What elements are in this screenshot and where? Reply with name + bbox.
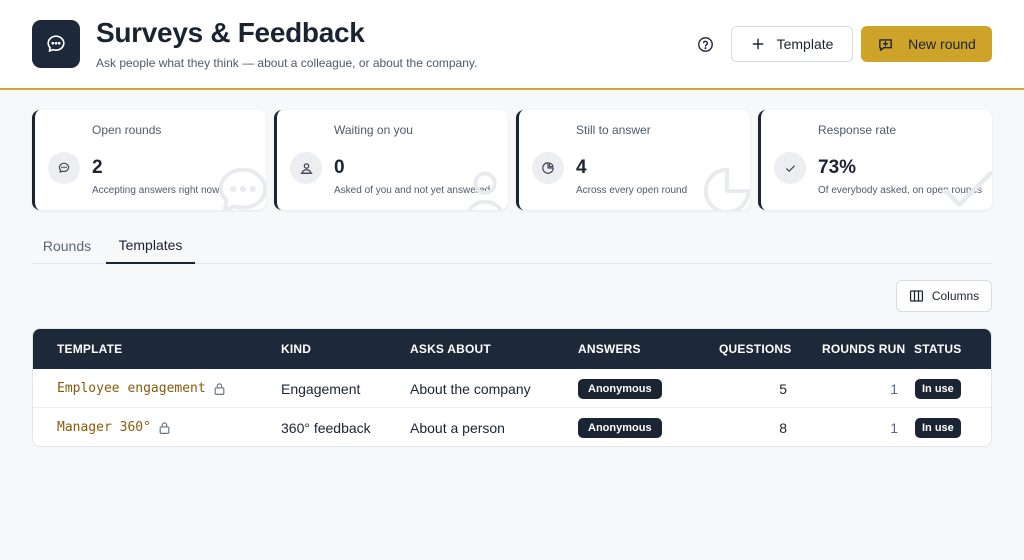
answers-badge-wrap: Anonymous (578, 369, 662, 408)
template-questions: 5 (779, 380, 787, 397)
template-kind: 360° feedback (281, 419, 371, 436)
status-badge-wrap: In use (915, 369, 961, 408)
page-header: Surveys & Feedback Ask people what they … (0, 0, 1024, 90)
answers-badge: Anonymous (578, 417, 662, 438)
stat-label: Response rate (818, 123, 897, 137)
lock-icon (214, 382, 225, 395)
stat-note: Across every open round (576, 185, 688, 196)
stat-icon-wrap (774, 152, 806, 184)
new-round-label: New round (908, 36, 976, 52)
stat-note: Accepting answers right now (92, 185, 220, 196)
person-icon (300, 162, 312, 174)
col-answers[interactable]: ANSWERS (578, 329, 641, 369)
plus-icon (752, 38, 763, 50)
template-kind: Engagement (281, 380, 361, 397)
stat-value: 2 (92, 157, 103, 178)
add-template-button[interactable]: Template (731, 26, 853, 62)
template-asks-about: About the company (410, 380, 531, 397)
template-name: Employee engagement (57, 381, 206, 396)
pie-chart-icon (542, 162, 554, 174)
chat-watermark-icon (218, 167, 266, 210)
stat-label: Waiting on you (334, 123, 413, 137)
col-questions[interactable]: QUESTIONS (719, 329, 791, 369)
columns-label: Columns (931, 289, 980, 303)
template-rounds-run[interactable]: 1 (822, 408, 898, 446)
col-kind[interactable]: KIND (281, 329, 311, 369)
templates-table: TEMPLATE KIND ASKS ABOUT ANSWERS QUESTIO… (32, 328, 992, 447)
tab-rounds[interactable]: Rounds (32, 228, 102, 264)
stat-value: 4 (576, 157, 587, 178)
help-icon (697, 36, 713, 52)
col-template[interactable]: TEMPLATE (57, 329, 122, 369)
answers-badge-wrap: Anonymous (578, 408, 662, 446)
view-tabs: Rounds Templates (32, 228, 992, 264)
table-row[interactable]: Employee engagement Engagement About the… (33, 369, 991, 408)
stat-card-waiting-on-you: Waiting on you 0 Asked of you and not ye… (274, 110, 508, 210)
add-template-label: Template (776, 36, 834, 52)
stat-icon-wrap (532, 152, 564, 184)
pie-watermark-icon (703, 167, 750, 210)
tab-templates[interactable]: Templates (106, 228, 195, 264)
chat-icon (58, 162, 70, 173)
answers-badge: Anonymous (578, 378, 662, 399)
columns-icon (909, 290, 923, 302)
stat-card-still-to-answer: Still to answer 4 Across every open roun… (516, 110, 750, 210)
help-button[interactable] (694, 33, 716, 55)
check-icon (785, 164, 795, 172)
template-asks-about: About a person (410, 419, 505, 436)
col-rounds-run[interactable]: ROUNDS RUN (822, 329, 905, 369)
table-header: TEMPLATE KIND ASKS ABOUT ANSWERS QUESTIO… (33, 329, 991, 369)
check-watermark-icon (943, 171, 992, 207)
page-title: Surveys & Feedback (96, 17, 365, 48)
status-badge: In use (915, 378, 961, 399)
status-badge: In use (915, 417, 961, 438)
new-round-button[interactable]: New round (861, 26, 992, 62)
stat-card-open-rounds: Open rounds 2 Accepting answers right no… (32, 110, 266, 210)
template-name-link[interactable]: Employee engagement (57, 369, 226, 408)
template-name: Manager 360° (57, 420, 151, 435)
chat-bubble-icon (47, 35, 65, 52)
stat-label: Still to answer (576, 123, 651, 137)
status-badge-wrap: In use (915, 408, 961, 446)
stat-label: Open rounds (92, 123, 162, 137)
table-row[interactable]: Manager 360° 360° feedback About a perso… (33, 408, 991, 446)
columns-button[interactable]: Columns (896, 280, 992, 312)
template-rounds-run[interactable]: 1 (822, 369, 898, 408)
person-watermark-icon (467, 171, 503, 210)
stat-value: 73% (818, 157, 857, 178)
lock-icon (159, 421, 170, 434)
app-logo (32, 20, 80, 68)
template-name-link[interactable]: Manager 360° (57, 408, 171, 446)
stat-icon-wrap (290, 152, 322, 184)
stat-value: 0 (334, 157, 345, 178)
page-subtitle: Ask people what they think — about a col… (96, 56, 478, 70)
stat-card-response-rate: Response rate 73% Of everybody asked, on… (758, 110, 992, 210)
message-plus-icon (879, 38, 893, 51)
template-questions: 8 (779, 419, 787, 436)
col-status[interactable]: STATUS (914, 329, 961, 369)
col-asks-about[interactable]: ASKS ABOUT (410, 329, 491, 369)
stat-icon-wrap (48, 152, 80, 184)
